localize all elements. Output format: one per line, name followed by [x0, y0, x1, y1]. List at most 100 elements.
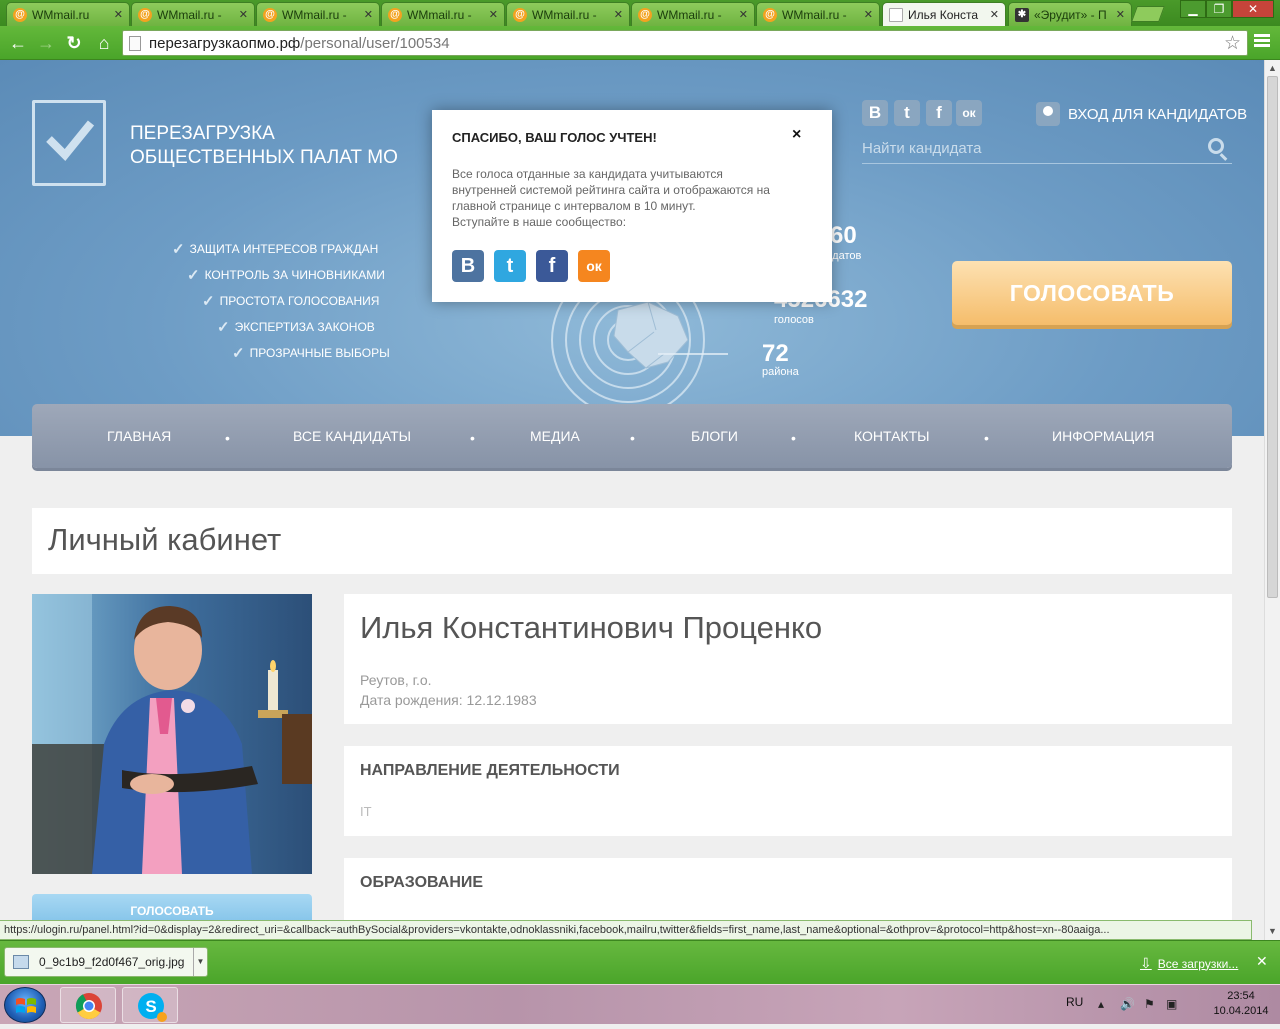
tab-close-icon[interactable]: ✕ [864, 8, 873, 21]
tab-close-icon[interactable]: ✕ [239, 8, 248, 21]
scrollbar-thumb[interactable] [1267, 76, 1278, 598]
nav-item-media[interactable]: МЕДИА [530, 404, 580, 468]
search-input[interactable] [862, 136, 1192, 160]
scroll-down-icon[interactable]: ▼ [1268, 926, 1277, 936]
forward-icon[interactable]: → [34, 31, 58, 55]
candidate-login-label: ВХОД ДЛЯ КАНДИДАТОВ [1068, 105, 1248, 123]
flag-icon[interactable]: ⚑ [1144, 997, 1155, 1011]
download-menu-icon[interactable]: ▼ [193, 948, 207, 976]
modal-facebook-icon[interactable]: f [536, 250, 568, 282]
maximize-icon[interactable]: ❐ [1206, 0, 1232, 18]
language-indicator[interactable]: RU [1066, 995, 1083, 1009]
page-heading-bar: Личный кабинет [32, 508, 1232, 574]
scroll-up-icon[interactable]: ▲ [1268, 63, 1277, 73]
browser-tab[interactable]: @ WMmail.ru - ✕ [256, 2, 380, 26]
modal-text-line: Все голоса отданные за кандидата учитыва… [452, 167, 723, 181]
tab-close-icon[interactable]: ✕ [364, 8, 373, 21]
checkmark-logo-icon [46, 120, 95, 161]
vote-button[interactable]: ГОЛОСОВАТЬ [952, 261, 1232, 325]
taskbar-chrome[interactable] [60, 987, 116, 1023]
all-downloads-link[interactable]: ⇩ Все загрузки... [1140, 955, 1238, 972]
tab-label: WMmail.ru - [407, 7, 472, 22]
network-icon[interactable]: ▣ [1166, 997, 1177, 1011]
wmmail-icon: @ [263, 7, 277, 22]
feature-item: ✓ ПРОСТОТА ГОЛОСОВАНИЯ [202, 292, 379, 310]
tray-expand-icon[interactable]: ▴ [1098, 997, 1104, 1011]
browser-tab[interactable]: @ WMmail.ru - ✕ [756, 2, 880, 26]
browser-tab[interactable]: @ WMmail.ru - ✕ [506, 2, 630, 26]
check-icon: ✓ [172, 241, 185, 258]
nav-item-blogs[interactable]: БЛОГИ [691, 404, 738, 468]
start-button[interactable] [4, 987, 46, 1023]
vk-label: В [868, 103, 882, 122]
address-bar[interactable]: перезагрузкаопмо.рф/personal/user/100534… [122, 30, 1248, 56]
feature-label: ЭКСПЕРТИЗА ЗАКОНОВ [234, 320, 375, 334]
candidate-name: Илья Константинович Проценко [360, 610, 823, 645]
chrome-menu-icon[interactable] [1254, 34, 1270, 50]
districts-count: 72 [762, 340, 789, 367]
tab-close-icon[interactable]: ✕ [614, 8, 623, 21]
volume-icon[interactable]: 🔊 [1120, 997, 1135, 1011]
browser-tab[interactable]: @ WMmail.ru - ✕ [631, 2, 755, 26]
minimize-icon[interactable]: ▁ [1180, 0, 1206, 18]
download-filename: 0_9c1b9_f2d0f467_orig.jpg [39, 955, 185, 969]
tab-close-icon[interactable]: ✕ [739, 8, 748, 21]
new-tab-button[interactable] [1131, 6, 1165, 22]
nav-item-info[interactable]: ИНФОРМАЦИЯ [1052, 404, 1154, 468]
windows-logo-icon [16, 998, 36, 1013]
bookmark-star-icon[interactable]: ☆ [1224, 32, 1241, 55]
tab-close-icon[interactable]: ✕ [990, 8, 999, 21]
back-icon[interactable]: ← [6, 31, 30, 55]
browser-tab[interactable]: @ WMmail.ru ✕ [6, 2, 130, 26]
clock[interactable]: 23:54 10.04.2014 [1210, 989, 1272, 1019]
check-icon: ✓ [217, 319, 230, 336]
download-item[interactable]: 0_9c1b9_f2d0f467_orig.jpg ▼ [4, 947, 208, 977]
browser-tab[interactable]: ✱ «Эрудит» - П ✕ [1008, 2, 1132, 26]
site-logo[interactable] [32, 100, 106, 186]
candidate-photo [32, 594, 312, 874]
wmmail-icon: @ [638, 7, 652, 22]
vertical-scrollbar[interactable]: ▲ ▼ [1264, 60, 1280, 940]
page-viewport: ПЕРЕЗАГРУЗКА ОБЩЕСТВЕННЫХ ПАЛАТ МО ✓ ЗАЩИ… [0, 60, 1264, 920]
nav-item-contacts[interactable]: КОНТАКТЫ [854, 404, 930, 468]
close-window-icon[interactable]: ✕ [1232, 0, 1274, 18]
activity-title: НАПРАВЛЕНИЕ ДЕЯТЕЛЬНОСТИ [360, 762, 620, 779]
candidate-info-card: Илья Константинович Проценко Реутов, г.о… [344, 594, 1232, 724]
modal-odnoklassniki-label: ок [586, 258, 602, 274]
shelf-close-icon[interactable]: ✕ [1256, 953, 1268, 970]
tab-close-icon[interactable]: ✕ [1116, 8, 1125, 21]
browser-tab-active[interactable]: Илья Конста ✕ [882, 2, 1006, 26]
facebook-icon[interactable]: f [926, 100, 952, 126]
modal-twitter-icon[interactable]: t [494, 250, 526, 282]
modal-odnoklassniki-icon[interactable]: ок [578, 250, 610, 282]
browser-tab[interactable]: @ WMmail.ru - ✕ [131, 2, 255, 26]
twitter-icon[interactable]: t [894, 100, 920, 126]
erudit-icon: ✱ [1015, 7, 1029, 22]
nav-separator: • [791, 430, 796, 446]
browser-tab[interactable]: @ WMmail.ru - ✕ [381, 2, 505, 26]
tab-label: WMmail.ru - [282, 7, 347, 22]
wmmail-icon: @ [513, 7, 527, 22]
home-icon[interactable]: ⌂ [92, 31, 116, 55]
odnoklassniki-label: ок [962, 106, 976, 120]
vote-small-label: ГОЛОСОВАТЬ [130, 904, 214, 918]
modal-vk-icon[interactable]: В [452, 250, 484, 282]
reload-icon[interactable]: ↻ [62, 31, 86, 55]
candidate-login-link[interactable]: ВХОД ДЛЯ КАНДИДАТОВ [1036, 102, 1247, 126]
tab-close-icon[interactable]: ✕ [114, 8, 123, 21]
activity-value: IT [360, 804, 372, 819]
tab-strip: @ WMmail.ru ✕ @ WMmail.ru - ✕ @ WMmail.ru - ✕ … [0, 0, 1280, 26]
nav-item-home[interactable]: ГЛАВНАЯ [107, 404, 171, 468]
vk-icon[interactable]: В [862, 100, 888, 126]
candidate-search [862, 136, 1232, 164]
vote-small-button[interactable]: ГОЛОСОВАТЬ [32, 894, 312, 920]
modal-close-icon[interactable]: × [792, 126, 801, 144]
search-icon[interactable] [1208, 138, 1224, 154]
site-title[interactable]: ПЕРЕЗАГРУЗКА ОБЩЕСТВЕННЫХ ПАЛАТ МО [130, 122, 398, 170]
tab-close-icon[interactable]: ✕ [489, 8, 498, 21]
taskbar-skype[interactable]: S [122, 987, 178, 1023]
odnoklassniki-icon[interactable]: ок [956, 100, 982, 126]
nav-item-candidates[interactable]: ВСЕ КАНДИДАТЫ [293, 404, 411, 468]
modal-text: Все голоса отданные за кандидата учитыва… [452, 166, 812, 230]
nav-separator: • [630, 430, 635, 446]
